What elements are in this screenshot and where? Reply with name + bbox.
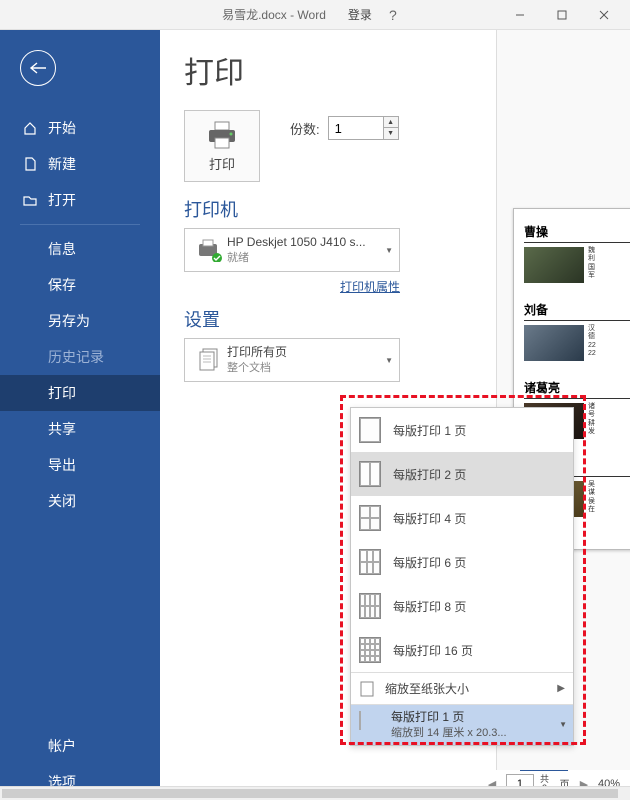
nav-label: 帐户 bbox=[48, 736, 76, 756]
window-close-button[interactable] bbox=[584, 1, 624, 29]
pps-current-sub: 缩放到 14 厘米 x 20.3... bbox=[391, 726, 507, 740]
titlebar: 易雪龙.docx - Word 登录 ? bbox=[0, 0, 630, 30]
pps-label: 每版打印 16 页 bbox=[393, 642, 473, 659]
pages-per-sheet-menu: 每版打印 1 页 每版打印 2 页 每版打印 4 页 每版打印 6 页 每版打印… bbox=[350, 407, 574, 746]
nav-label: 新建 bbox=[48, 154, 76, 174]
copies-label: 份数: bbox=[290, 119, 320, 138]
nav-new[interactable]: 新建 bbox=[0, 146, 160, 182]
nav-close[interactable]: 关闭 bbox=[0, 483, 160, 519]
arrow-left-icon bbox=[29, 61, 47, 75]
pps-option-1[interactable]: 每版打印 1 页 bbox=[351, 408, 573, 452]
scale-label: 缩放至纸张大小 bbox=[385, 680, 469, 697]
preview-image bbox=[524, 325, 584, 361]
copies-up-button[interactable]: ▲ bbox=[384, 117, 398, 128]
preview-image bbox=[524, 247, 584, 283]
document-icon bbox=[22, 156, 38, 172]
chevron-down-icon: ▼ bbox=[559, 720, 567, 729]
print-button[interactable]: 打印 bbox=[184, 110, 260, 182]
nav-print[interactable]: 打印 bbox=[0, 375, 160, 411]
print-pane: 打印 打印 份数: ▲ ▼ bbox=[160, 30, 630, 800]
nav-start[interactable]: 开始 bbox=[0, 110, 160, 146]
copies-input[interactable] bbox=[328, 116, 384, 140]
nav-open[interactable]: 打开 bbox=[0, 182, 160, 218]
page-scale-icon bbox=[359, 680, 375, 698]
printer-status: 就绪 bbox=[227, 251, 385, 265]
pps-label: 每版打印 8 页 bbox=[393, 598, 466, 615]
pps-option-16[interactable]: 每版打印 16 页 bbox=[351, 628, 573, 672]
nav-label: 导出 bbox=[48, 455, 76, 475]
pps-label: 每版打印 2 页 bbox=[393, 466, 466, 483]
home-icon bbox=[22, 120, 38, 136]
chevron-down-icon: ▼ bbox=[385, 356, 393, 365]
folder-open-icon bbox=[22, 192, 38, 208]
printer-status-icon bbox=[191, 238, 227, 262]
nav-account[interactable]: 帐户 bbox=[0, 728, 160, 764]
nav-label: 保存 bbox=[48, 275, 76, 295]
pps-current-selection[interactable]: 每版打印 1 页 缩放到 14 厘米 x 20.3... ▼ bbox=[351, 704, 573, 745]
pps-current-title: 每版打印 1 页 bbox=[391, 710, 507, 726]
nav-history: 历史记录 bbox=[0, 339, 160, 375]
copies-down-button[interactable]: ▼ bbox=[384, 128, 398, 139]
nav-share[interactable]: 共享 bbox=[0, 411, 160, 447]
login-link[interactable]: 登录 bbox=[348, 6, 372, 23]
backstage-sidebar: 开始 新建 打开 信息 保存 另存为 历史记录 打印 共享 导出 关闭 帐户 选… bbox=[0, 30, 160, 800]
pps-option-8[interactable]: 每版打印 8 页 bbox=[351, 584, 573, 628]
nav-save[interactable]: 保存 bbox=[0, 267, 160, 303]
help-icon[interactable]: ? bbox=[378, 7, 408, 23]
nav-label: 信息 bbox=[48, 239, 76, 259]
preview-heading: 刘备 bbox=[524, 301, 630, 321]
printer-selector[interactable]: HP Deskjet 1050 J410 s... 就绪 ▼ bbox=[184, 228, 400, 272]
nav-export[interactable]: 导出 bbox=[0, 447, 160, 483]
window-minimize-button[interactable] bbox=[500, 1, 540, 29]
nav-label: 打开 bbox=[48, 190, 76, 210]
print-range-title: 打印所有页 bbox=[227, 345, 385, 361]
pps-label: 每版打印 6 页 bbox=[393, 554, 466, 571]
nav-label: 历史记录 bbox=[48, 347, 104, 367]
scale-to-paper-submenu[interactable]: 缩放至纸张大小 ▶ bbox=[351, 672, 573, 704]
window-maximize-button[interactable] bbox=[542, 1, 582, 29]
preview-heading: 曹操 bbox=[524, 223, 630, 243]
nav-label: 共享 bbox=[48, 419, 76, 439]
nav-label: 关闭 bbox=[48, 491, 76, 511]
printer-properties-link[interactable]: 打印机属性 bbox=[340, 280, 400, 294]
pages-icon bbox=[191, 347, 227, 373]
preview-heading: 诸葛亮 bbox=[524, 379, 630, 399]
chevron-down-icon: ▼ bbox=[385, 246, 393, 255]
print-range-sub: 整个文档 bbox=[227, 361, 385, 375]
pps-option-4[interactable]: 每版打印 4 页 bbox=[351, 496, 573, 540]
printer-name: HP Deskjet 1050 J410 s... bbox=[227, 235, 385, 251]
print-range-selector[interactable]: 打印所有页 整个文档 ▼ bbox=[184, 338, 400, 382]
nav-label: 打印 bbox=[48, 383, 76, 403]
pps-label: 每版打印 4 页 bbox=[393, 510, 466, 527]
nav-saveas[interactable]: 另存为 bbox=[0, 303, 160, 339]
printer-icon bbox=[205, 120, 239, 150]
horizontal-scrollbar[interactable] bbox=[0, 786, 630, 800]
pps-option-6[interactable]: 每版打印 6 页 bbox=[351, 540, 573, 584]
pps-option-2[interactable]: 每版打印 2 页 bbox=[351, 452, 573, 496]
chevron-right-icon: ▶ bbox=[557, 683, 565, 694]
document-title: 易雪龙.docx - Word bbox=[222, 6, 326, 23]
scrollbar-thumb[interactable] bbox=[2, 789, 618, 798]
print-button-label: 打印 bbox=[209, 154, 235, 173]
back-button[interactable] bbox=[20, 50, 56, 86]
nav-label: 开始 bbox=[48, 118, 76, 138]
nav-label: 另存为 bbox=[48, 311, 90, 331]
nav-info[interactable]: 信息 bbox=[0, 231, 160, 267]
pps-label: 每版打印 1 页 bbox=[393, 422, 466, 439]
